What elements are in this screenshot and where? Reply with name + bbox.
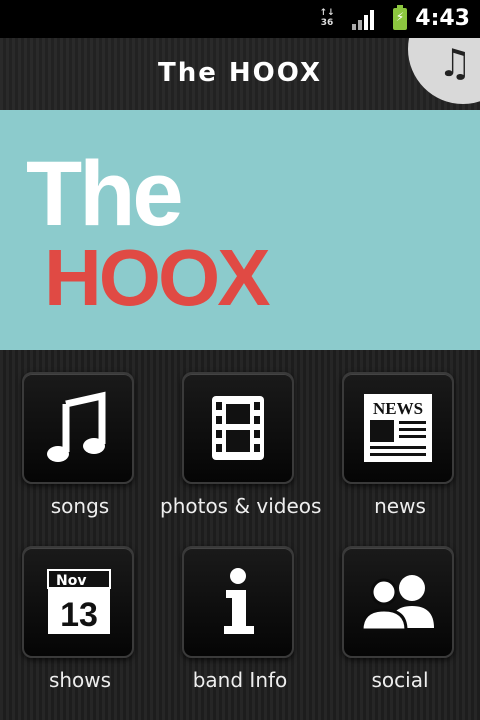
calendar-icon: Nov 13 <box>47 569 111 634</box>
calendar-day: 13 <box>60 596 98 634</box>
page-title: The HOOX <box>157 58 322 88</box>
film-icon <box>212 396 264 460</box>
menu-item-songs[interactable]: songs <box>0 350 160 520</box>
app-header: The HOOX ♫ <box>0 38 480 110</box>
music-note-icon <box>47 391 106 462</box>
battery-charging-icon <box>393 5 407 30</box>
menu-item-social[interactable]: social <box>320 524 480 694</box>
photos-videos-label: photos & videos <box>160 494 322 518</box>
network-indicator: ↑↓ 36 <box>316 8 338 30</box>
songs-button[interactable] <box>22 372 134 484</box>
menu-item-shows[interactable]: Nov 13 shows <box>0 524 160 694</box>
signal-icon <box>352 10 376 30</box>
band-logo-banner: The HOOX <box>0 110 480 350</box>
shows-button[interactable]: Nov 13 <box>22 546 134 658</box>
menu-item-news[interactable]: NEWS news <box>320 350 480 520</box>
network-type: 36 <box>320 18 334 28</box>
photos-videos-button[interactable] <box>182 372 294 484</box>
band-info-label: band Info <box>192 668 288 692</box>
news-label: news <box>374 494 426 518</box>
social-button[interactable] <box>342 546 454 658</box>
main-menu-grid: songs photos & videos NEWS news Nov 13 s… <box>0 350 480 720</box>
calendar-month: Nov <box>56 573 86 589</box>
songs-label: songs <box>50 494 110 518</box>
info-icon <box>224 568 254 634</box>
social-label: social <box>371 668 429 692</box>
menu-item-photos-videos[interactable]: photos & videos <box>160 350 322 520</box>
status-time: 4:43 <box>415 6 470 31</box>
logo-the: The <box>26 143 184 245</box>
newspaper-icon: NEWS <box>364 394 432 462</box>
status-bar: ↑↓ 36 4:43 <box>0 0 480 38</box>
band-info-button[interactable] <box>182 546 294 658</box>
people-icon <box>360 575 434 632</box>
music-note-icon[interactable]: ♫ <box>438 44 472 82</box>
news-button[interactable]: NEWS <box>342 372 454 484</box>
menu-item-band-info[interactable]: band Info <box>160 524 320 694</box>
shows-label: shows <box>48 668 112 692</box>
logo-hoox: HOOX <box>44 233 271 322</box>
newspaper-icon-text: NEWS <box>373 399 423 418</box>
